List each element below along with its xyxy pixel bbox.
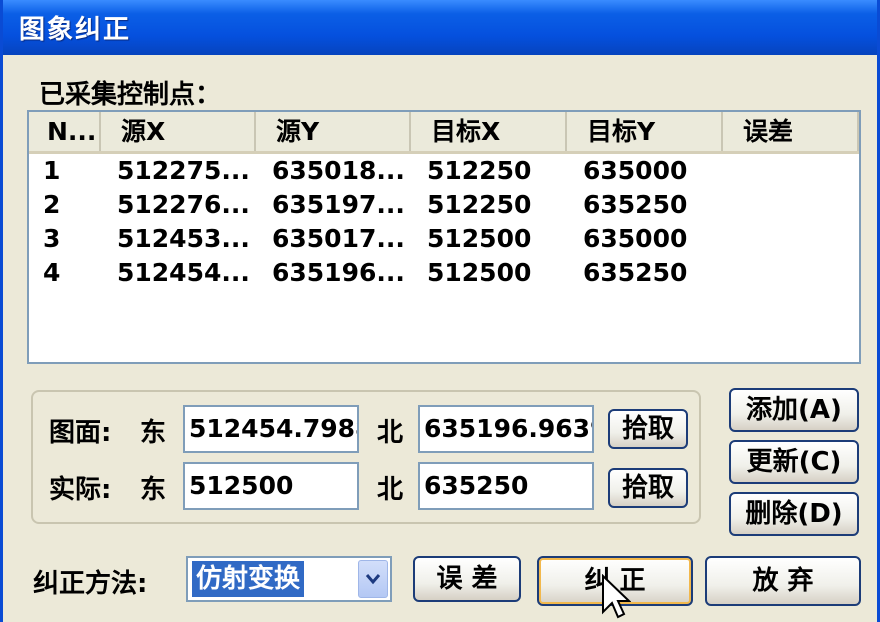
mouse-cursor-icon [602, 574, 631, 619]
column-header-source-y[interactable]: 源Y [256, 112, 411, 151]
cell-target-y: 635000 [583, 224, 688, 253]
cell-no: 4 [43, 258, 61, 287]
map-north-label: 北 [377, 418, 404, 448]
cell-target-y: 635250 [583, 190, 688, 219]
actual-north-label: 北 [377, 475, 404, 505]
delete-button[interactable]: 删除(D) [729, 492, 859, 536]
window-title: 图象纠正 [19, 15, 132, 45]
cell-source-y: 635017.... [272, 224, 406, 253]
cell-source-y: 635018.... [272, 156, 406, 185]
map-label: 图面: [49, 418, 112, 448]
cell-no: 3 [43, 224, 61, 253]
update-button[interactable]: 更新(C) [729, 440, 859, 484]
map-north-input[interactable]: 635196.9639 [418, 405, 594, 453]
control-points-list[interactable]: N... 源X 源Y 目标X 目标Y 误差 1 512275.... 63501… [27, 110, 861, 364]
cell-target-x: 512250 [427, 190, 532, 219]
actual-label: 实际: [49, 475, 112, 505]
coordinate-groupbox [31, 390, 701, 524]
column-header-no[interactable]: N... [29, 112, 101, 151]
error-button[interactable]: 误 差 [413, 556, 521, 602]
list-header: N... 源X 源Y 目标X 目标Y 误差 [29, 112, 859, 154]
cell-source-x: 512453.... [117, 224, 251, 253]
cell-target-y: 635000 [583, 156, 688, 185]
map-east-input[interactable]: 512454.7988 [183, 405, 359, 453]
dropdown-button[interactable] [358, 560, 388, 598]
column-header-target-y[interactable]: 目标Y [567, 112, 723, 151]
cell-target-y: 635250 [583, 258, 688, 287]
map-pick-button[interactable]: 拾取 [608, 409, 688, 449]
actual-north-input[interactable]: 635250 [418, 462, 594, 510]
chevron-down-icon [365, 574, 381, 585]
method-label: 纠正方法: [33, 569, 148, 599]
title-bar[interactable]: 图象纠正 [3, 0, 877, 55]
cell-source-x: 512275.... [117, 156, 251, 185]
actual-pick-button[interactable]: 拾取 [608, 468, 688, 508]
cell-target-x: 512250 [427, 156, 532, 185]
cell-target-x: 512500 [427, 224, 532, 253]
cell-source-x: 512276.... [117, 190, 251, 219]
cell-no: 2 [43, 190, 61, 219]
add-button[interactable]: 添加(A) [729, 388, 859, 432]
table-row[interactable]: 2 512276.... 635197.... 512250 635250 [29, 188, 859, 222]
method-selected-value: 仿射变换 [192, 561, 305, 597]
method-select[interactable]: 仿射变换 [186, 556, 392, 602]
actual-east-input[interactable]: 512500 [183, 462, 359, 510]
column-header-source-x[interactable]: 源X [101, 112, 256, 151]
table-row[interactable]: 4 512454.... 635196.... 512500 635250 [29, 256, 859, 290]
cell-source-y: 635196.... [272, 258, 406, 287]
cell-no: 1 [43, 156, 61, 185]
column-header-target-x[interactable]: 目标X [411, 112, 567, 151]
rectify-dialog: 图象纠正 已采集控制点： N... 源X 源Y 目标X 目标Y 误差 1 512… [0, 0, 880, 622]
cell-source-y: 635197.... [272, 190, 406, 219]
actual-east-label: 东 [140, 475, 167, 505]
column-header-error[interactable]: 误差 [723, 112, 859, 151]
cell-source-x: 512454.... [117, 258, 251, 287]
collected-points-label: 已采集控制点： [39, 80, 222, 110]
map-east-label: 东 [140, 418, 167, 448]
table-row[interactable]: 3 512453.... 635017.... 512500 635000 [29, 222, 859, 256]
cell-target-x: 512500 [427, 258, 532, 287]
table-row[interactable]: 1 512275.... 635018.... 512250 635000 [29, 154, 859, 188]
discard-button[interactable]: 放 弃 [705, 556, 861, 606]
